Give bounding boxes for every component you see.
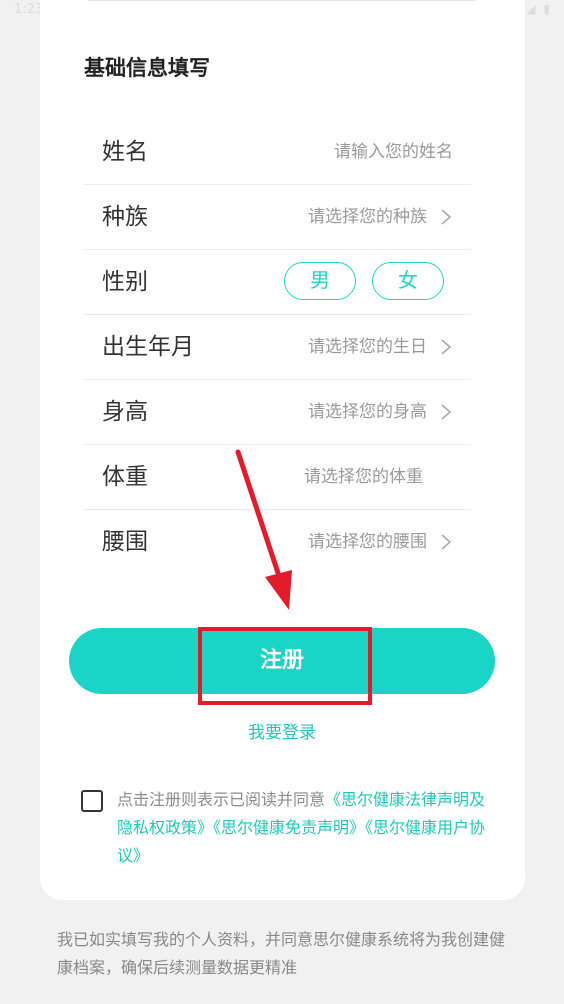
height-label: 身高 [102, 399, 148, 425]
waist-select[interactable]: 请选择您的腰围 [308, 510, 427, 574]
birthday-select[interactable]: 请选择您的生日 [308, 315, 427, 379]
waist-row[interactable]: 腰围 请选择您的腰围 [84, 510, 471, 574]
birthday-label: 出生年月 [102, 334, 194, 360]
waist-label: 腰围 [102, 529, 148, 555]
section-title: 基础信息填写 [84, 56, 210, 80]
weight-select[interactable]: 请选择您的体重 [304, 445, 423, 509]
ethnicity-row[interactable]: 种族 请选择您的种族 [84, 185, 471, 250]
chevron-right-icon [441, 339, 452, 355]
height-select[interactable]: 请选择您的身高 [308, 380, 427, 444]
height-row[interactable]: 身高 请选择您的身高 [84, 380, 471, 445]
ethnicity-label: 种族 [102, 204, 148, 230]
chevron-right-icon [441, 209, 452, 225]
name-row[interactable]: 姓名 请输入您的姓名 [84, 120, 471, 185]
login-link[interactable]: 我要登录 [0, 718, 564, 743]
form-card: 基础信息填写 姓名 请输入您的姓名 种族 请选择您的种族 性别 男 女 出生年月… [40, 0, 525, 900]
birthday-row[interactable]: 出生年月 请选择您的生日 [84, 315, 471, 380]
gender-row: 性别 男 女 [84, 250, 471, 315]
chevron-right-icon [441, 404, 452, 420]
annotation-highlight-box [198, 627, 372, 705]
agreement-checkbox[interactable] [81, 790, 103, 812]
status-icons: ◢ ▮ [526, 2, 552, 16]
disclaimer-link[interactable]: 《思尔健康免责声明》 [213, 818, 365, 837]
weight-label: 体重 [102, 464, 148, 490]
gender-label: 性别 [102, 269, 148, 295]
name-label: 姓名 [102, 139, 148, 165]
chevron-right-icon [441, 534, 452, 550]
agreement-text: 点击注册则表示已阅读并同意《思尔健康法律声明及隐私权政策》《思尔健康免责声明》《… [117, 786, 487, 870]
divider [88, 0, 476, 1]
weight-row[interactable]: 体重 请选择您的体重 [84, 445, 471, 510]
status-time: 1:23 [14, 2, 44, 17]
ethnicity-select[interactable]: 请选择您的种族 [308, 185, 427, 249]
gender-female-button[interactable]: 女 [372, 262, 444, 300]
agreement-prefix: 点击注册则表示已阅读并同意 [117, 790, 326, 809]
name-input[interactable]: 请输入您的姓名 [334, 120, 453, 184]
footer-note: 我已如实填写我的个人资料，并同意思尔健康系统将为我创建健康档案，确保后续测量数据… [57, 930, 506, 977]
gender-male-button[interactable]: 男 [284, 262, 356, 300]
